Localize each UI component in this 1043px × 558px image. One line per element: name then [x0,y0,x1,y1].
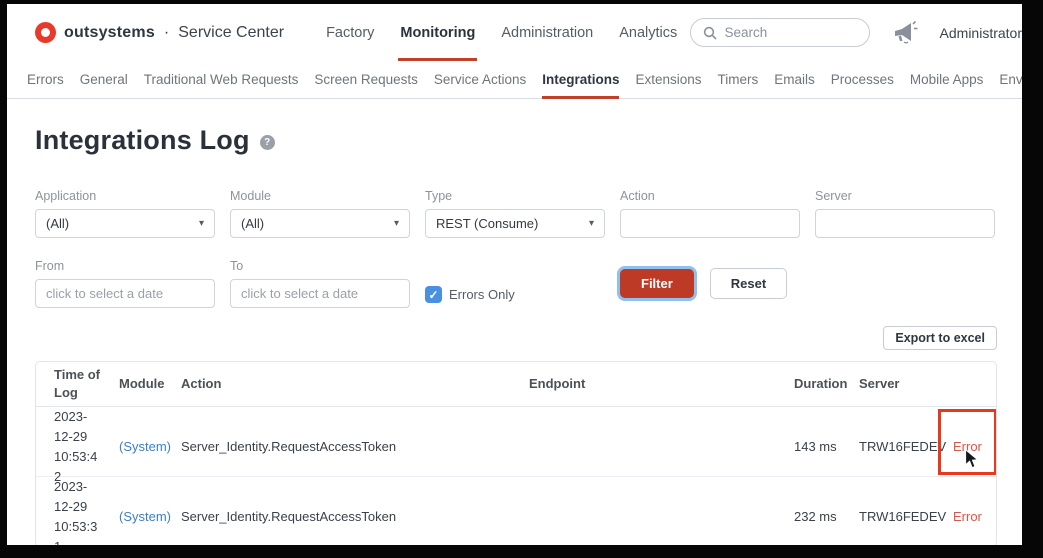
export-to-excel-button[interactable]: Export to excel [883,326,997,350]
type-label: Type [425,189,453,203]
export-row: Export to excel [35,326,997,350]
server-field: Server [815,189,995,238]
cell-module: (System) [119,507,181,527]
tab-traditional-web-requests[interactable]: Traditional Web Requests [144,61,299,98]
reset-button[interactable]: Reset [709,268,788,299]
nav-item-administration[interactable]: Administration [501,4,593,61]
cell-action: Server_Identity.RequestAccessToken [181,509,397,524]
module-field: Module (All) ▾ [230,189,410,238]
search-icon [703,26,717,40]
type-select[interactable]: REST (Consume) ▾ [425,209,605,238]
brand[interactable]: outsystems · Service Center [35,22,284,43]
tab-extensions[interactable]: Extensions [635,61,701,98]
cell-module: (System) [119,437,181,457]
nav-item-factory[interactable]: Factory [326,4,374,61]
module-value: (All) [241,216,265,231]
filter-button[interactable]: Filter [620,269,694,298]
error-link[interactable]: Error [953,439,982,454]
nav-item-monitoring[interactable]: Monitoring [398,4,478,61]
tab-mobile-apps[interactable]: Mobile Apps [910,61,984,98]
to-date-input[interactable] [230,279,410,308]
filter-row-2: From To ✓ Errors Only Filter Reset [35,259,997,308]
errors-only-checkbox[interactable]: ✓ [425,286,442,303]
errors-only-field: ✓ Errors Only [425,286,605,303]
col-header-server: Server [859,376,900,391]
tab-integrations[interactable]: Integrations [542,61,620,99]
col-header-duration: Duration [794,376,848,391]
application-value: (All) [46,216,70,231]
cell-duration: 232 ms [794,509,837,524]
outsystems-logo-icon [35,22,56,43]
to-field: To [230,259,410,308]
application-field: Application (All) ▾ [35,189,215,238]
chevron-down-icon: ▾ [393,217,399,229]
tab-emails[interactable]: Emails [774,61,815,98]
chevron-down-icon: ▾ [198,217,204,229]
tab-service-actions[interactable]: Service Actions [434,61,526,98]
from-field: From [35,259,215,308]
cell-server: TRW16FEDEV [859,439,947,454]
server-label: Server [815,189,852,203]
col-header-time-of-log: Time of Log [54,367,100,400]
tab-environment-health[interactable]: Environment Health [999,61,1022,98]
action-label: Action [620,189,655,203]
search-input[interactable]: Search [689,18,870,47]
module-link[interactable]: (System) [119,439,171,454]
integrations-log-table: Time of Log Module Action Endpoint Durat… [35,361,997,545]
cell-server: TRW16FEDEV [859,509,947,524]
application-label: Application [35,189,97,203]
tab-general[interactable]: General [80,61,128,98]
module-label: Module [230,189,271,203]
brand-name: outsystems [64,23,155,41]
cell-time: 2023-12-29 10:53:31 [54,479,98,545]
header-right: Search Administrator [689,18,1022,47]
from-date-input[interactable] [35,279,215,308]
help-icon[interactable]: ? [259,135,275,150]
application-select[interactable]: (All) ▾ [35,209,215,238]
main-nav: Factory Monitoring Administration Analyt… [326,4,677,61]
page-title: Integrations Log [35,125,250,155]
cell-status: Error [941,437,996,457]
tab-errors[interactable]: Errors [27,61,64,98]
from-label: From [35,259,65,273]
top-header: outsystems · Service Center Factory Moni… [7,4,1022,61]
cell-duration: 143 ms [794,439,837,454]
error-link[interactable]: Error [953,509,982,524]
server-input[interactable] [815,209,995,238]
monitoring-tabbar: Errors General Traditional Web Requests … [7,61,1022,99]
table-row: 2023-12-29 10:53:31 (System) Server_Iden… [36,477,996,545]
type-field: Type REST (Consume) ▾ [425,189,605,238]
module-link[interactable]: (System) [119,509,171,524]
brand-product: Service Center [178,23,285,41]
col-header-module: Module [119,376,165,391]
title-row: Integrations Log ? [35,125,997,156]
col-header-action: Action [181,376,222,391]
service-center-window: outsystems · Service Center Factory Moni… [7,4,1022,545]
cell-action: Server_Identity.RequestAccessToken [181,439,397,454]
action-field: Action [620,189,800,238]
search-placeholder: Search [724,25,768,40]
announcements-megaphone-icon[interactable] [892,20,920,46]
chevron-down-icon: ▾ [588,217,594,229]
action-input[interactable] [620,209,800,238]
cell-time: 2023-12-29 10:53:42 [54,409,98,484]
filter-row-1: Application (All) ▾ Module (All) ▾ Type … [35,189,997,238]
filter-buttons: Filter Reset [620,259,995,308]
current-user-label[interactable]: Administrator [940,25,1022,41]
tab-screen-requests[interactable]: Screen Requests [314,61,418,98]
table-row: 2023-12-29 10:53:42 (System) Server_Iden… [36,407,996,484]
brand-separator: · [163,23,170,41]
to-label: To [230,259,244,273]
errors-only-label: Errors Only [449,287,515,302]
col-header-endpoint: Endpoint [529,376,586,391]
module-select[interactable]: (All) ▾ [230,209,410,238]
check-icon: ✓ [428,287,439,302]
tab-processes[interactable]: Processes [831,61,894,98]
main-content: Integrations Log ? Application (All) ▾ M… [7,125,1022,545]
table-header-row: Time of Log Module Action Endpoint Durat… [36,362,996,407]
type-value: REST (Consume) [436,216,539,231]
tab-timers[interactable]: Timers [718,61,759,98]
cell-status: Error [941,507,996,527]
nav-item-analytics[interactable]: Analytics [619,4,677,61]
